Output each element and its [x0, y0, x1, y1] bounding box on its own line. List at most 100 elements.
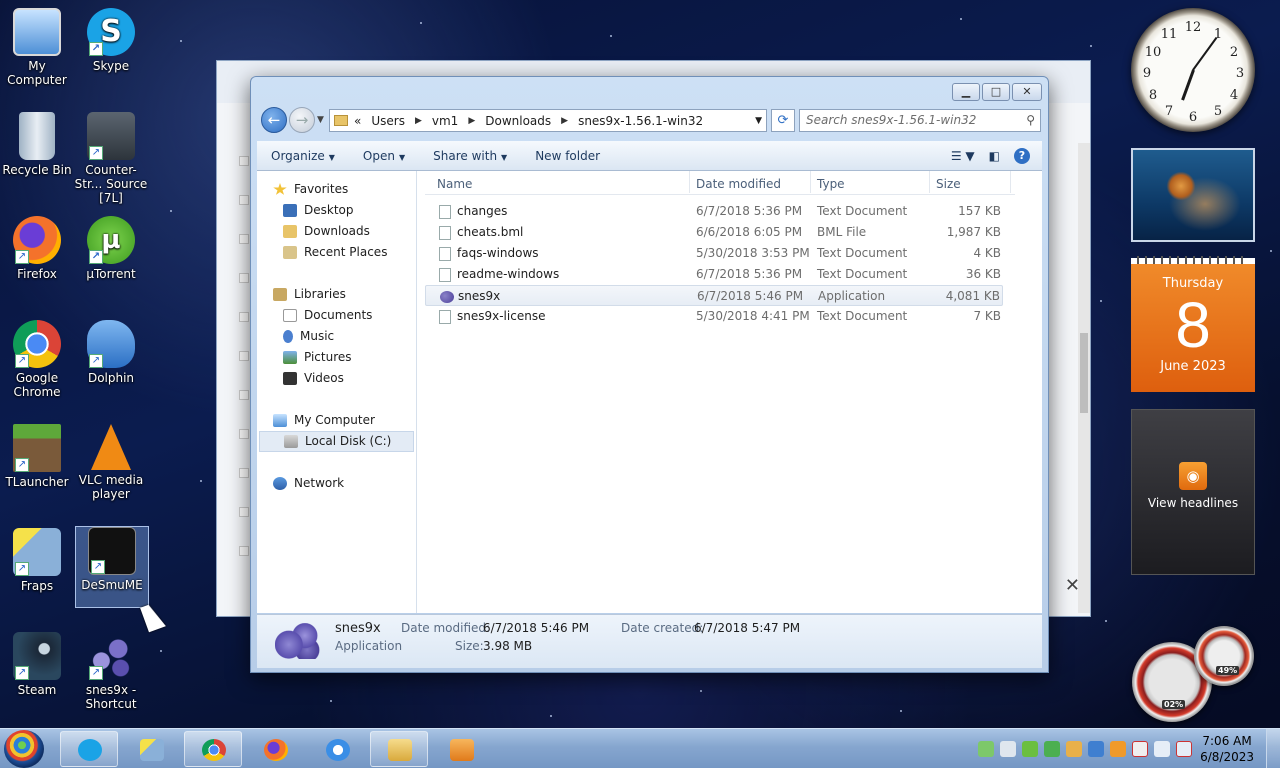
share-with-button[interactable]: Share with ▼ — [419, 149, 521, 163]
tray-green-icon-2[interactable] — [1044, 741, 1060, 757]
search-input[interactable]: Search snes9x-1.56.1-win32 ⚲ — [799, 109, 1041, 132]
nav-favorites[interactable]: Favorites — [257, 179, 416, 200]
column-size[interactable]: Size — [936, 177, 961, 191]
nav-network[interactable]: Network — [257, 473, 416, 494]
desktop-icon-desmume[interactable]: ↗ DeSmuME — [75, 526, 149, 608]
file-row-selected[interactable]: snes9x 6/7/2018 5:46 PM Application 4,081 K… — [425, 285, 1003, 306]
breadcrumb-current-folder[interactable]: snes9x-1.56.1-win32 — [578, 114, 703, 128]
desmume-icon: ↗ — [88, 527, 136, 575]
chevron-down-icon[interactable]: ▼ — [755, 116, 762, 126]
view-headlines-link[interactable]: View headlines — [1132, 496, 1254, 510]
calendar-gadget[interactable]: Thursday 8 June 2023 — [1131, 256, 1255, 392]
tray-volume-muted-icon[interactable] — [1176, 741, 1192, 757]
breadcrumb-users[interactable]: Users — [371, 114, 405, 128]
recent-places-icon — [283, 246, 297, 259]
taskbar-clock[interactable]: 7:06 AM 6/8/2023 — [1200, 733, 1254, 765]
desktop-icon-tlauncher[interactable]: ↗ TLauncher — [0, 424, 74, 489]
address-bar[interactable]: « Users ▶ vm1 ▶ Downloads ▶ snes9x-1.56.… — [329, 109, 767, 132]
close-icon[interactable]: ✕ — [1065, 575, 1080, 596]
desktop-icon-google-chrome[interactable]: ↗ Google Chrome — [0, 320, 74, 399]
organize-button[interactable]: Organize ▼ — [257, 149, 349, 163]
desktop-icon-my-computer[interactable]: My Computer — [0, 8, 74, 87]
taskbar-windows-explorer[interactable] — [370, 731, 428, 767]
desktop-icon-skype[interactable]: S ↗ Skype — [74, 8, 148, 73]
column-date-modified[interactable]: Date modified — [696, 177, 781, 191]
taskbar-media-player[interactable] — [432, 731, 490, 767]
file-row[interactable]: cheats.bml 6/6/2018 6:05 PM BML File 1,987 … — [425, 222, 1003, 243]
nav-documents[interactable]: Documents — [257, 305, 416, 326]
close-button[interactable]: ✕ — [1012, 83, 1042, 101]
forward-button[interactable]: → — [289, 107, 315, 133]
desktop-icon-steam[interactable]: ↗ Steam — [0, 632, 74, 697]
tray-sync-icon[interactable] — [1088, 741, 1104, 757]
background-window-scrollbar[interactable] — [1078, 143, 1090, 613]
file-row[interactable]: changes 6/7/2018 5:36 PM Text Document 157 … — [425, 201, 1003, 222]
search-icon[interactable]: ⚲ — [1026, 110, 1035, 131]
nav-videos[interactable]: Videos — [257, 368, 416, 389]
explorer-window[interactable]: ▁ □ ✕ ← → ▼ « Users ▶ vm1 ▶ Downloads ▶ … — [250, 76, 1049, 673]
nav-my-computer[interactable]: My Computer — [257, 410, 416, 431]
desktop-icon-counter-strike[interactable]: ↗ Counter-Str... Source [7L] — [74, 112, 148, 205]
desktop-icon-fraps[interactable]: ↗ Fraps — [0, 528, 74, 593]
desktop-icon-vlc[interactable]: VLC media player — [74, 424, 148, 501]
window-caption-buttons: ▁ □ ✕ — [952, 83, 1042, 101]
desktop-icon-dolphin[interactable]: ↗ Dolphin — [74, 320, 148, 385]
maximize-button[interactable]: □ — [982, 83, 1010, 101]
show-desktop-button[interactable] — [1266, 729, 1280, 768]
breadcrumb-vm1[interactable]: vm1 — [432, 114, 458, 128]
tray-utorrent-icon[interactable] — [1022, 741, 1038, 757]
tray-app-icon[interactable] — [1110, 741, 1126, 757]
desktop-icon-utorrent[interactable]: µ ↗ µTorrent — [74, 216, 148, 281]
breadcrumb-prefix[interactable]: « — [354, 114, 361, 128]
nav-music[interactable]: Music — [257, 326, 416, 347]
open-button[interactable]: Open ▼ — [349, 149, 419, 163]
memory-percent: 49% — [1216, 666, 1240, 675]
breadcrumb-downloads[interactable]: Downloads — [485, 114, 551, 128]
tray-steam-icon[interactable] — [1000, 741, 1016, 757]
clock-gadget[interactable]: 12 1 2 3 4 5 6 7 8 9 10 11 — [1131, 8, 1255, 132]
file-list[interactable]: Name Date modified Type Size changes 6/7/… — [425, 171, 1042, 613]
tray-green-icon[interactable] — [978, 741, 994, 757]
file-row[interactable]: faqs-windows 5/30/2018 3:53 PM Text Docume… — [425, 243, 1003, 264]
feed-headlines-gadget[interactable]: ◉ View headlines — [1131, 409, 1255, 575]
navigation-pane[interactable]: Favorites Desktop Downloads Recent Place… — [257, 171, 417, 613]
taskbar-chrome[interactable] — [184, 731, 242, 767]
desktop-icon-firefox[interactable]: ↗ Firefox — [0, 216, 74, 281]
taskbar-skype[interactable] — [60, 731, 118, 767]
nav-local-disk[interactable]: Local Disk (C:) — [259, 431, 414, 452]
back-button[interactable]: ← — [261, 107, 287, 133]
rss-icon: ◉ — [1179, 462, 1207, 490]
nav-desktop[interactable]: Desktop — [257, 200, 416, 221]
desktop-icon-recycle-bin[interactable]: Recycle Bin — [0, 112, 74, 177]
desktop-icon-snes9x-shortcut[interactable]: ↗ snes9x - Shortcut — [74, 632, 148, 711]
tray-network-icon[interactable] — [1154, 741, 1170, 757]
chevron-right-icon[interactable]: ▶ — [468, 116, 475, 126]
help-icon[interactable]: ? — [1014, 147, 1030, 164]
taskbar-internet-explorer[interactable] — [308, 731, 366, 767]
chevron-right-icon[interactable]: ▶ — [561, 116, 568, 126]
taskbar-fraps[interactable] — [122, 731, 180, 767]
file-row[interactable]: readme-windows 6/7/2018 5:36 PM Text Docum… — [425, 264, 1003, 285]
new-folder-button[interactable]: New folder — [521, 149, 614, 163]
file-row[interactable]: snes9x-license 5/30/2018 4:41 PM Text Docu… — [425, 306, 1003, 327]
chevron-right-icon[interactable]: ▶ — [415, 116, 422, 126]
slideshow-gadget[interactable] — [1131, 148, 1255, 242]
nav-libraries[interactable]: Libraries — [257, 284, 416, 305]
minimize-button[interactable]: ▁ — [952, 83, 980, 101]
nav-pictures[interactable]: Pictures — [257, 347, 416, 368]
refresh-button[interactable]: ⟳ — [771, 109, 795, 132]
views-icon[interactable]: ☰ ▼ — [951, 149, 975, 163]
memory-meter-gadget[interactable]: 49% — [1194, 626, 1254, 686]
column-name[interactable]: Name — [437, 177, 472, 191]
taskbar-firefox[interactable] — [246, 731, 304, 767]
file-icon — [439, 226, 451, 240]
tray-search-icon[interactable] — [1066, 741, 1082, 757]
documents-icon — [283, 309, 297, 322]
tray-flag-icon[interactable] — [1132, 741, 1148, 757]
column-type[interactable]: Type — [817, 177, 845, 191]
preview-pane-icon[interactable]: ◧ — [989, 149, 1000, 163]
nav-downloads[interactable]: Downloads — [257, 221, 416, 242]
nav-recent-places[interactable]: Recent Places — [257, 242, 416, 263]
start-button[interactable] — [4, 730, 44, 768]
recent-pages-dropdown[interactable]: ▼ — [317, 115, 324, 125]
